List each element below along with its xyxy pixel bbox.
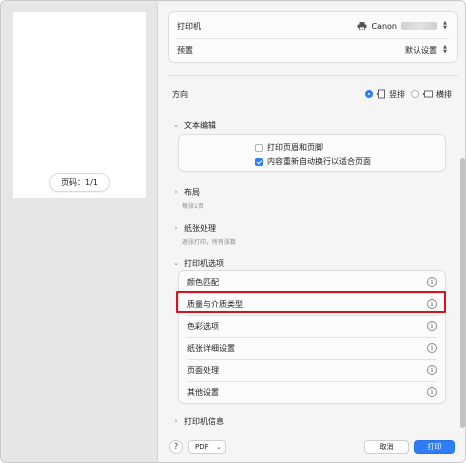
printer-preset-card: 打印机 Canon ▲ ▼ 预置 默认设置 ▲ ▼ (168, 11, 458, 63)
chevron-down-icon: ⌄ (173, 259, 179, 267)
preset-row[interactable]: 预置 默认设置 ▲ ▼ (169, 40, 457, 60)
layout-header[interactable]: › 布局 (172, 185, 200, 199)
portrait-radio[interactable] (365, 90, 373, 98)
cancel-button[interactable]: 取消 (364, 440, 409, 454)
portrait-icon (376, 89, 385, 99)
info-icon[interactable]: i (427, 343, 437, 353)
printer-icon (357, 22, 367, 30)
header-footer-label: 打印页眉和页脚 (267, 143, 323, 152)
orientation-row: 方向 竖排 横排 (172, 86, 452, 102)
info-icon[interactable]: i (427, 387, 437, 397)
layout-title: 布局 (184, 187, 200, 197)
print-dialog: 页码：1/1 打印机 Canon ▲ ▼ 预置 默认设置 ▲ ▼ 方向 竖排 横… (0, 0, 466, 463)
paper-handling-summary: 逐张打印，所有张数 (182, 239, 237, 246)
orientation-label: 方向 (172, 89, 188, 99)
preset-label: 预置 (177, 45, 193, 55)
preview-pane: 页码：1/1 (2, 2, 157, 462)
printer-row[interactable]: 打印机 Canon ▲ ▼ (169, 16, 457, 36)
rewrap-checkbox[interactable] (255, 157, 263, 166)
bottom-bar: ? PDF ⌄ 取消 打印 (158, 432, 465, 462)
option-label: 纸张详细设置 (187, 343, 235, 353)
preset-popup[interactable]: 默认设置 ▲ ▼ (405, 44, 449, 56)
option-paper-detail[interactable]: 纸张详细设置 i (179, 338, 445, 358)
orientation-landscape-option[interactable]: 横排 (411, 89, 452, 100)
updown-chevron-icon: ▲ ▼ (443, 20, 447, 31)
orientation-portrait-option[interactable]: 竖排 (365, 89, 405, 100)
chevron-right-icon: › (174, 224, 178, 232)
rewrap-label: 内容重新自动换行以适合页面 (267, 157, 371, 166)
paper-handling-title: 纸张处理 (184, 223, 216, 233)
pdf-button[interactable]: PDF ⌄ (188, 440, 226, 454)
header-footer-option[interactable]: 打印页眉和页脚 (255, 142, 323, 153)
page-preview (13, 12, 146, 198)
pdf-label: PDF (195, 443, 209, 451)
layout-summary: 每张1页 (182, 203, 204, 210)
info-icon[interactable]: i (427, 277, 437, 287)
info-icon[interactable]: i (427, 365, 437, 375)
landscape-icon (422, 90, 433, 98)
option-label: 其他设置 (187, 387, 219, 397)
option-other-settings[interactable]: 其他设置 i (179, 382, 445, 402)
chevron-down-icon: ⌄ (216, 443, 222, 451)
divider (177, 38, 449, 39)
option-page-processing[interactable]: 页面处理 i (179, 360, 445, 380)
text-edit-card: 打印页眉和页脚 内容重新自动换行以适合页面 (178, 134, 446, 172)
chevron-down-icon: ⌄ (173, 121, 179, 129)
option-label: 色彩选项 (187, 321, 219, 331)
info-icon[interactable]: i (427, 321, 437, 331)
printer-popup[interactable]: Canon ▲ ▼ (357, 20, 449, 32)
chevron-right-icon: › (174, 417, 178, 425)
option-color-matching[interactable]: 颜色匹配 i (179, 272, 445, 292)
settings-pane: 打印机 Canon ▲ ▼ 预置 默认设置 ▲ ▼ 方向 竖排 横排 ⌄ 文本编… (157, 2, 465, 462)
updown-chevron-icon: ▲ ▼ (443, 44, 447, 55)
header-footer-checkbox[interactable] (255, 143, 263, 152)
landscape-radio[interactable] (411, 90, 419, 98)
option-color-options[interactable]: 色彩选项 i (179, 316, 445, 336)
help-button[interactable]: ? (169, 440, 183, 454)
highlight-box (176, 291, 446, 313)
landscape-label: 横排 (436, 89, 452, 99)
print-button[interactable]: 打印 (414, 440, 455, 454)
portrait-label: 竖排 (389, 89, 405, 99)
printer-options-header[interactable]: ⌄ 打印机选项 (172, 256, 224, 270)
option-label: 页面处理 (187, 365, 219, 375)
printer-value: Canon (371, 21, 397, 31)
text-edit-title: 文本编辑 (184, 120, 216, 130)
printer-info-header[interactable]: › 打印机信息 (172, 414, 224, 428)
printer-label: 打印机 (177, 21, 201, 31)
preset-value: 默认设置 (405, 45, 437, 55)
clipped-row (168, 68, 458, 76)
option-label: 颜色匹配 (187, 277, 219, 287)
scrollbar[interactable] (460, 158, 465, 428)
printer-info-title: 打印机信息 (184, 416, 224, 426)
chevron-right-icon: › (174, 188, 178, 196)
page-indicator: 页码：1/1 (50, 174, 109, 191)
printer-options-title: 打印机选项 (184, 258, 224, 268)
paper-handling-header[interactable]: › 纸张处理 (172, 221, 216, 235)
text-edit-header[interactable]: ⌄ 文本编辑 (172, 118, 216, 132)
printer-model-redacted (401, 22, 437, 30)
rewrap-option[interactable]: 内容重新自动换行以适合页面 (255, 156, 371, 167)
